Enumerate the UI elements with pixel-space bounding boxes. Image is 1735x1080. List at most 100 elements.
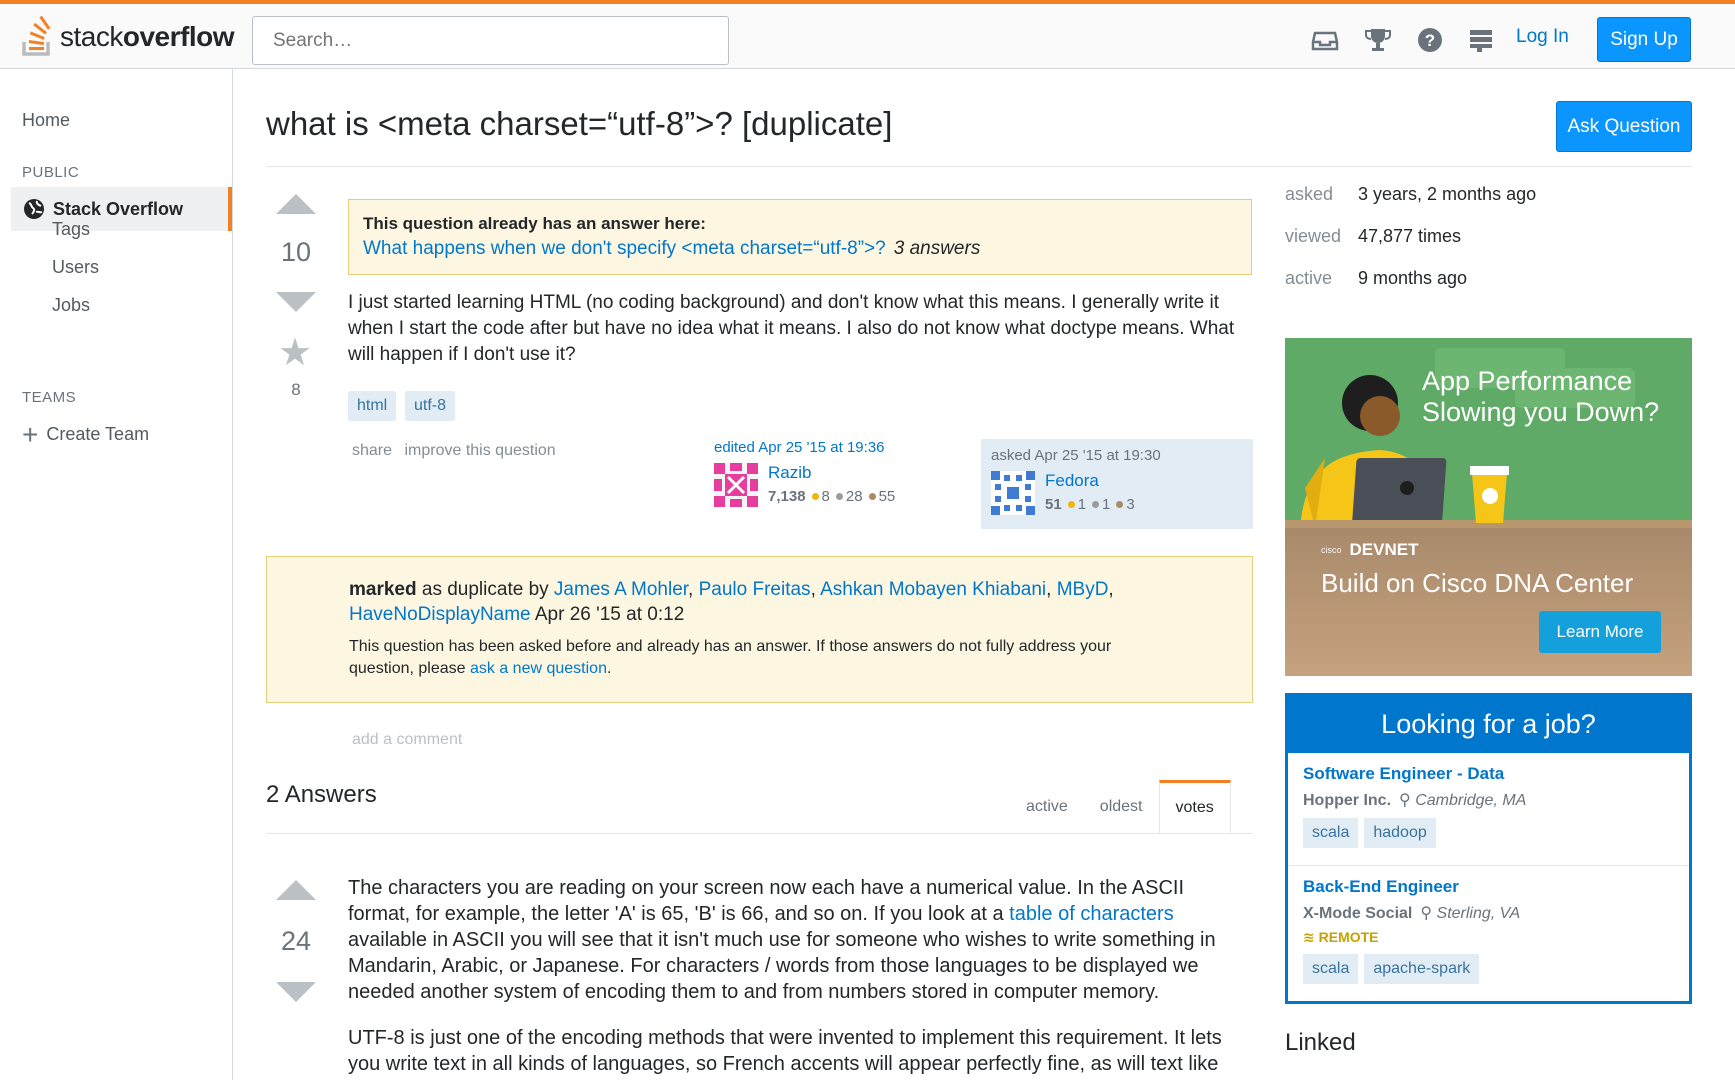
question-title[interactable]: what is <meta charset=“utf-8”>? [duplica… — [266, 105, 892, 143]
tag-utf-8[interactable]: utf-8 — [405, 391, 456, 421]
marked-date: Apr 26 '15 at 0:12 — [530, 604, 685, 625]
silver-badge-icon — [835, 493, 843, 500]
job-tag[interactable]: apache-spark — [1364, 954, 1480, 984]
location-pin-icon: ⚲ — [1420, 905, 1437, 922]
downvote-arrow-icon[interactable] — [276, 292, 316, 312]
bronze-badge-icon — [1116, 501, 1124, 508]
title-divider — [266, 166, 1692, 167]
ask-new-question-link[interactable]: ask a new question — [470, 660, 607, 677]
learn-more-button[interactable]: Learn More — [1539, 611, 1661, 653]
tag-html[interactable]: html — [348, 391, 397, 421]
answer-paragraph: UTF-8 is just one of the encoding method… — [348, 1027, 1222, 1075]
closer-user-link[interactable]: Ashkan Mobayen Khiabani — [820, 579, 1046, 600]
job-meta: Hopper Inc. ⚲ Cambridge, MA — [1303, 792, 1527, 809]
sidebar-item-stack-overflow[interactable]: Stack Overflow — [11, 187, 232, 231]
tab-votes[interactable]: votes — [1158, 780, 1231, 834]
closer-user-link[interactable]: MByD — [1057, 579, 1109, 600]
advertisement[interactable]: App Performance Slowing you Down? cisco D… — [1285, 338, 1692, 676]
silver-badge-icon — [1092, 501, 1100, 508]
job-tag[interactable]: hadoop — [1364, 818, 1436, 848]
editor-reputation: 7,138 8 28 55 — [768, 488, 896, 505]
duplicate-answer-count: 3 answers — [893, 238, 981, 259]
edited-time[interactable]: edited Apr 25 '15 at 19:36 — [714, 439, 964, 456]
duplicate-target-link[interactable]: What happens when we don't specify <meta… — [363, 238, 886, 259]
question-stats: asked 3 years, 2 months ago viewed 47,877 … — [1285, 184, 1536, 310]
search-input[interactable] — [252, 16, 729, 65]
duplicate-notice: This question already has an answer here… — [348, 199, 1252, 275]
left-sidebar: Home PUBLIC Stack Overflow Tags Users Jo… — [0, 69, 233, 1080]
job-title[interactable]: Software Engineer - Data — [1303, 764, 1674, 784]
sidebar-item-users[interactable]: Users — [52, 257, 99, 278]
plus-icon: + — [22, 418, 39, 450]
create-team-label: Create Team — [46, 424, 150, 444]
marked-duplicate-notice: marked as duplicate by James A Mohler, P… — [266, 556, 1253, 703]
add-comment-link[interactable]: add a comment — [352, 731, 462, 749]
svg-text:?: ? — [1425, 31, 1435, 50]
help-icon[interactable]: ? — [1416, 26, 1444, 54]
sidebar-item-tags[interactable]: Tags — [52, 219, 90, 240]
asked-time: asked Apr 25 '15 at 19:30 — [991, 447, 1161, 464]
devnet-logo: cisco DEVNET — [1321, 540, 1419, 559]
closer-user-link[interactable]: James A Mohler — [554, 579, 688, 600]
answers-divider — [266, 833, 1253, 834]
tab-oldest[interactable]: oldest — [1084, 780, 1159, 834]
closer-user-link[interactable]: Paulo Freitas — [699, 579, 811, 600]
question-vote-count: 10 — [280, 237, 312, 267]
owner-reputation: 51 1 1 3 — [1045, 496, 1135, 513]
job-tag[interactable]: scala — [1303, 818, 1359, 848]
ad-headline: Build on Cisco DNA Center — [1321, 568, 1634, 598]
table-of-characters-link[interactable]: table of characters — [1009, 903, 1174, 925]
sidebar-section-teams: TEAMS — [22, 389, 77, 406]
tab-active[interactable]: active — [1010, 780, 1084, 834]
trophy-icon[interactable] — [1364, 26, 1392, 54]
editor-username[interactable]: Razib — [768, 463, 811, 482]
avatar[interactable] — [991, 471, 1035, 515]
sidebar-item-label: Stack Overflow — [53, 198, 184, 219]
signup-button[interactable]: Sign Up — [1597, 17, 1691, 62]
bronze-badge-icon — [868, 493, 876, 500]
upvote-arrow-icon[interactable] — [276, 880, 316, 900]
upvote-arrow-icon[interactable] — [276, 194, 316, 214]
logo-text: stackoverflow — [60, 21, 235, 52]
stat-viewed: viewed 47,877 times — [1285, 226, 1462, 246]
favorite-count: 8 — [291, 380, 301, 399]
gold-badge-icon — [1067, 501, 1075, 508]
jobs-heading[interactable]: Looking for a job? — [1288, 696, 1689, 753]
owner-username[interactable]: Fedora — [1045, 471, 1099, 490]
improve-question-link[interactable]: improve this question — [404, 442, 555, 459]
stat-active: active 9 months ago — [1285, 268, 1468, 288]
globe-icon — [24, 199, 44, 219]
post-menu: share improve this question — [352, 442, 564, 460]
answer-body: The characters you are reading on your s… — [348, 875, 1248, 1080]
share-link[interactable]: share — [352, 442, 392, 459]
sidebar-item-jobs[interactable]: Jobs — [52, 295, 90, 316]
wifi-icon: ≋ — [1303, 929, 1319, 945]
job-listing[interactable]: Software Engineer - Data Hopper Inc. ⚲ Ca… — [1288, 753, 1689, 865]
stat-asked: asked 3 years, 2 months ago — [1285, 184, 1537, 204]
inbox-icon[interactable] — [1311, 26, 1339, 54]
answer-paragraph: The characters you are reading on your s… — [348, 877, 1216, 1003]
ask-question-button[interactable]: Ask Question — [1556, 101, 1692, 152]
job-meta: X-Mode Social ⚲ Sterling, VA — [1303, 905, 1521, 922]
login-link[interactable]: Log In — [1516, 26, 1569, 48]
job-tag[interactable]: scala — [1303, 954, 1359, 984]
sidebar-item-home[interactable]: Home — [22, 110, 70, 131]
answers-count-heading: 2 Answers — [266, 781, 377, 808]
stack-logo-icon — [22, 16, 51, 56]
question-body: I just started learning HTML (no coding … — [348, 292, 1235, 365]
marked-label: marked — [349, 579, 417, 600]
ad-title: App Performance Slowing you Down? — [1422, 366, 1660, 427]
closer-user-link[interactable]: HaveNoDisplayName — [349, 604, 531, 625]
downvote-arrow-icon[interactable] — [276, 982, 316, 1002]
site-switcher-icon[interactable] — [1467, 26, 1495, 54]
gold-badge-icon — [811, 493, 819, 500]
editor-card: edited Apr 25 '15 at 19:36 Razib 7,138 8 2… — [714, 439, 964, 529]
stackoverflow-logo[interactable]: stackoverflow — [20, 15, 235, 59]
favorite-star-icon[interactable]: ★ — [278, 334, 312, 372]
answer-sort-tabs: active oldest votes — [1010, 780, 1231, 834]
job-title[interactable]: Back-End Engineer — [1303, 877, 1674, 897]
avatar[interactable] — [714, 463, 758, 507]
create-team-link[interactable]: + Create Team — [22, 418, 150, 450]
job-listing[interactable]: Back-End Engineer X-Mode Social ⚲ Sterlin… — [1288, 865, 1689, 1001]
top-bar: stackoverflow ? Log In Sign Up — [0, 0, 1735, 69]
